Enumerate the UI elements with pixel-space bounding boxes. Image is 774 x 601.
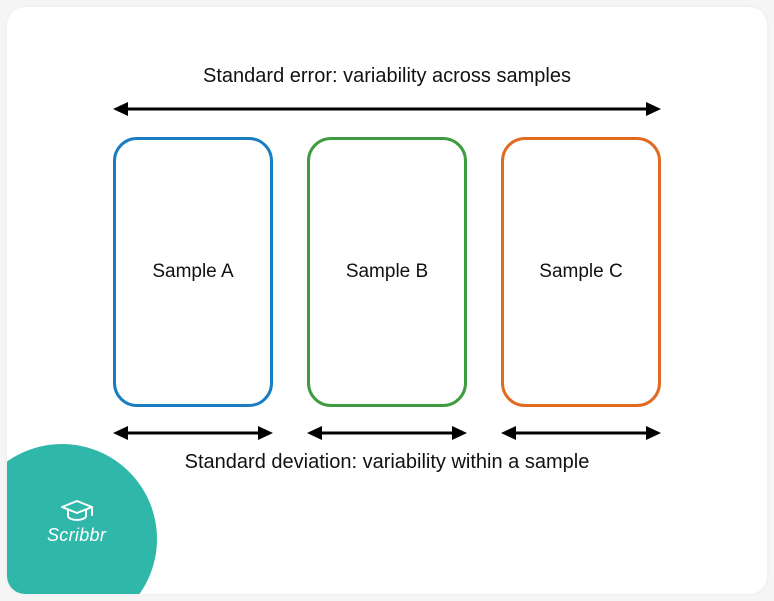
graduation-cap-icon	[60, 499, 94, 521]
scribbr-name: Scribbr	[47, 525, 106, 546]
scribbr-badge-content: Scribbr	[47, 499, 106, 546]
bottom-label: Standard deviation: variability within a…	[185, 451, 590, 474]
diagram-card: Standard error: variability across sampl…	[7, 7, 767, 594]
bottom-arrow-b	[307, 423, 467, 448]
top-arrow	[113, 99, 661, 124]
sample-row: Sample A Sample B Sample C	[113, 137, 661, 407]
bottom-arrow-c	[501, 423, 661, 448]
sample-b-label: Sample B	[346, 261, 428, 283]
bottom-arrow-row	[113, 423, 661, 448]
bottom-arrow-a	[113, 423, 273, 448]
sample-a-label: Sample A	[152, 261, 233, 283]
sample-box-b: Sample B	[307, 137, 467, 407]
top-label: Standard error: variability across sampl…	[203, 65, 571, 88]
sample-c-label: Sample C	[539, 261, 622, 283]
sample-box-a: Sample A	[113, 137, 273, 407]
sample-box-c: Sample C	[501, 137, 661, 407]
